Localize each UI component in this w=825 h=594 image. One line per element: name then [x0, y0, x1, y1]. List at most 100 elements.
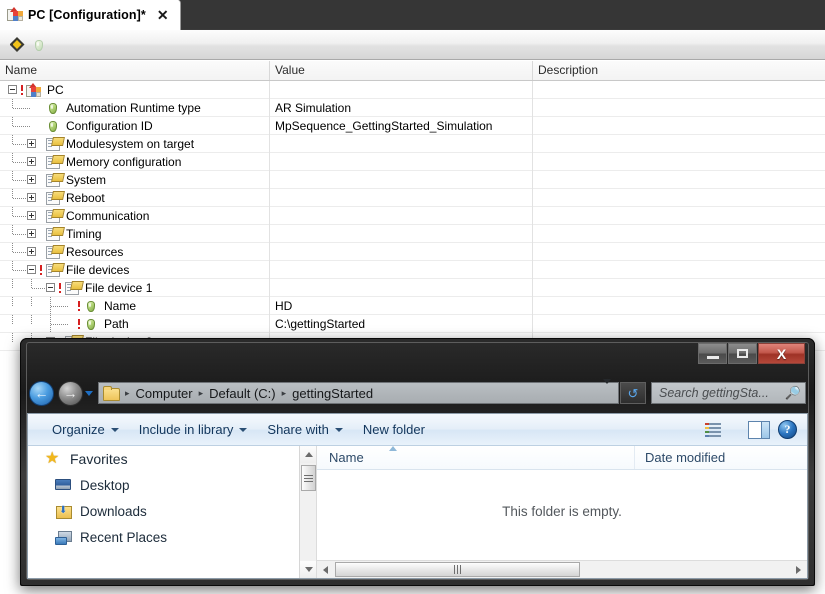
- tree-row[interactable]: System: [0, 171, 825, 189]
- tree-row[interactable]: Reboot: [0, 189, 825, 207]
- tree-row-label: Name: [104, 299, 137, 313]
- tree-row[interactable]: Resources: [0, 243, 825, 261]
- tree-row-value-cell[interactable]: [270, 261, 533, 279]
- collapse-button[interactable]: [8, 85, 17, 94]
- refresh-button[interactable]: ↺: [620, 382, 646, 404]
- column-label: Name: [329, 450, 364, 465]
- expand-button[interactable]: [27, 157, 36, 166]
- tree-row-value-cell[interactable]: [270, 243, 533, 261]
- navigation-pane-scrollbar[interactable]: [299, 446, 316, 578]
- tree-row-description-cell: [533, 135, 825, 153]
- tree-row-value-cell[interactable]: [270, 207, 533, 225]
- collapse-button[interactable]: [27, 265, 36, 274]
- expand-button[interactable]: [27, 229, 36, 238]
- file-explorer-window[interactable]: X ← → ▸ Computer ▸ Default (C:) ▸ gettin…: [20, 338, 815, 586]
- tab-pc-configuration[interactable]: PC [Configuration]* ✕: [0, 0, 181, 30]
- tree-row[interactable]: File device 1: [0, 279, 825, 297]
- change-view-button[interactable]: [701, 420, 734, 440]
- tree-row-value-cell[interactable]: [270, 189, 533, 207]
- nav-item-downloads[interactable]: Downloads: [28, 498, 316, 524]
- breadcrumb-item-computer[interactable]: Computer: [134, 386, 195, 401]
- gem-icon: [45, 100, 61, 116]
- diamond-tool-icon[interactable]: [6, 34, 28, 56]
- new-folder-button[interactable]: New folder: [353, 418, 435, 441]
- column-header-date-modified[interactable]: Date modified: [635, 446, 807, 469]
- breadcrumb-item-default-c[interactable]: Default (C:): [207, 386, 277, 401]
- tree-row-value-cell[interactable]: [270, 81, 533, 99]
- column-header-name[interactable]: Name: [317, 446, 635, 469]
- scrollbar-thumb[interactable]: [335, 562, 580, 577]
- tree-row-value-cell[interactable]: [270, 279, 533, 297]
- search-input[interactable]: Search gettingSta... 🔍: [651, 382, 806, 404]
- tree-guide-line: [31, 279, 32, 288]
- nav-item-recent-places[interactable]: Recent Places: [28, 524, 316, 550]
- share-with-button[interactable]: Share with: [257, 418, 352, 441]
- scrollbar-thumb[interactable]: [301, 465, 316, 491]
- column-header-name[interactable]: Name: [0, 61, 270, 80]
- tree-guide-line: [31, 315, 32, 324]
- organize-button[interactable]: Organize: [42, 418, 129, 441]
- scroll-down-button[interactable]: [300, 561, 316, 578]
- scroll-up-button[interactable]: [300, 446, 316, 463]
- nav-item-favorites[interactable]: ★ Favorites: [28, 446, 316, 472]
- tree-row[interactable]: Memory configuration: [0, 153, 825, 171]
- tree-row-name-cell: Modulesystem on target: [0, 135, 270, 153]
- tree-row[interactable]: File devices: [0, 261, 825, 279]
- breadcrumb[interactable]: ▸ Computer ▸ Default (C:) ▸ gettingStart…: [98, 379, 619, 404]
- tree-row[interactable]: Path C:\gettingStarted: [0, 315, 825, 333]
- scroll-left-button[interactable]: [317, 561, 334, 578]
- chevron-right-icon: [796, 565, 801, 574]
- command-bar: Organize Include in library Share with N…: [28, 414, 807, 446]
- help-icon[interactable]: ?: [778, 420, 797, 439]
- tree-row-value-cell[interactable]: MpSequence_GettingStarted_Simulation: [270, 117, 533, 135]
- tree-guide-line: [12, 207, 13, 216]
- tree-row-value-cell[interactable]: [270, 153, 533, 171]
- forward-button[interactable]: →: [58, 380, 83, 406]
- back-button[interactable]: ←: [29, 380, 54, 406]
- tree-row[interactable]: Timing: [0, 225, 825, 243]
- downloads-folder-icon: [54, 502, 74, 520]
- gem-tool-icon[interactable]: [28, 34, 50, 56]
- expand-button[interactable]: [27, 175, 36, 184]
- close-icon[interactable]: ✕: [157, 8, 169, 22]
- tree-row[interactable]: Automation Runtime type AR Simulation: [0, 99, 825, 117]
- nav-item-desktop[interactable]: Desktop: [28, 472, 316, 498]
- breadcrumb-dropdown-button[interactable]: [598, 379, 616, 402]
- column-header-description[interactable]: Description: [533, 61, 825, 80]
- tree-row-name-cell: PC: [0, 81, 270, 99]
- collapse-button[interactable]: [46, 283, 55, 292]
- close-button[interactable]: X: [758, 343, 805, 364]
- column-header-value[interactable]: Value: [270, 61, 533, 80]
- tree-row-name-cell: Reboot: [0, 189, 270, 207]
- tree-row-name-cell: System: [0, 171, 270, 189]
- tree-row-value-cell[interactable]: [270, 171, 533, 189]
- include-in-library-button[interactable]: Include in library: [129, 418, 258, 441]
- tree-row-value-cell[interactable]: C:\gettingStarted: [270, 315, 533, 333]
- grid-header: Name Value Description: [0, 61, 825, 81]
- expand-button[interactable]: [27, 211, 36, 220]
- tree-row-description-cell: [533, 297, 825, 315]
- expand-button[interactable]: [27, 247, 36, 256]
- warning-icon: [77, 315, 82, 333]
- history-dropdown-button[interactable]: [83, 390, 95, 396]
- config-icon: [45, 154, 61, 170]
- minimize-button[interactable]: [698, 343, 727, 364]
- expand-button[interactable]: [27, 139, 36, 148]
- tree-row[interactable]: Configuration ID MpSequence_GettingStarte…: [0, 117, 825, 135]
- warning-icon: [77, 297, 82, 315]
- maximize-button[interactable]: [728, 343, 757, 364]
- preview-pane-button[interactable]: [748, 420, 770, 439]
- tree-row[interactable]: Name HD: [0, 297, 825, 315]
- file-list-horizontal-scrollbar[interactable]: [317, 560, 807, 578]
- tree-row-label: Automation Runtime type: [66, 101, 201, 115]
- tree-row[interactable]: PC: [0, 81, 825, 99]
- tree-row-value-cell[interactable]: [270, 225, 533, 243]
- tree-row[interactable]: Modulesystem on target: [0, 135, 825, 153]
- tree-row[interactable]: Communication: [0, 207, 825, 225]
- tree-row-value-cell[interactable]: HD: [270, 297, 533, 315]
- tree-row-value-cell[interactable]: [270, 135, 533, 153]
- tree-row-value-cell[interactable]: AR Simulation: [270, 99, 533, 117]
- expand-button[interactable]: [27, 193, 36, 202]
- scroll-right-button[interactable]: [790, 561, 807, 578]
- breadcrumb-item-gettingstarted[interactable]: gettingStarted: [290, 386, 375, 401]
